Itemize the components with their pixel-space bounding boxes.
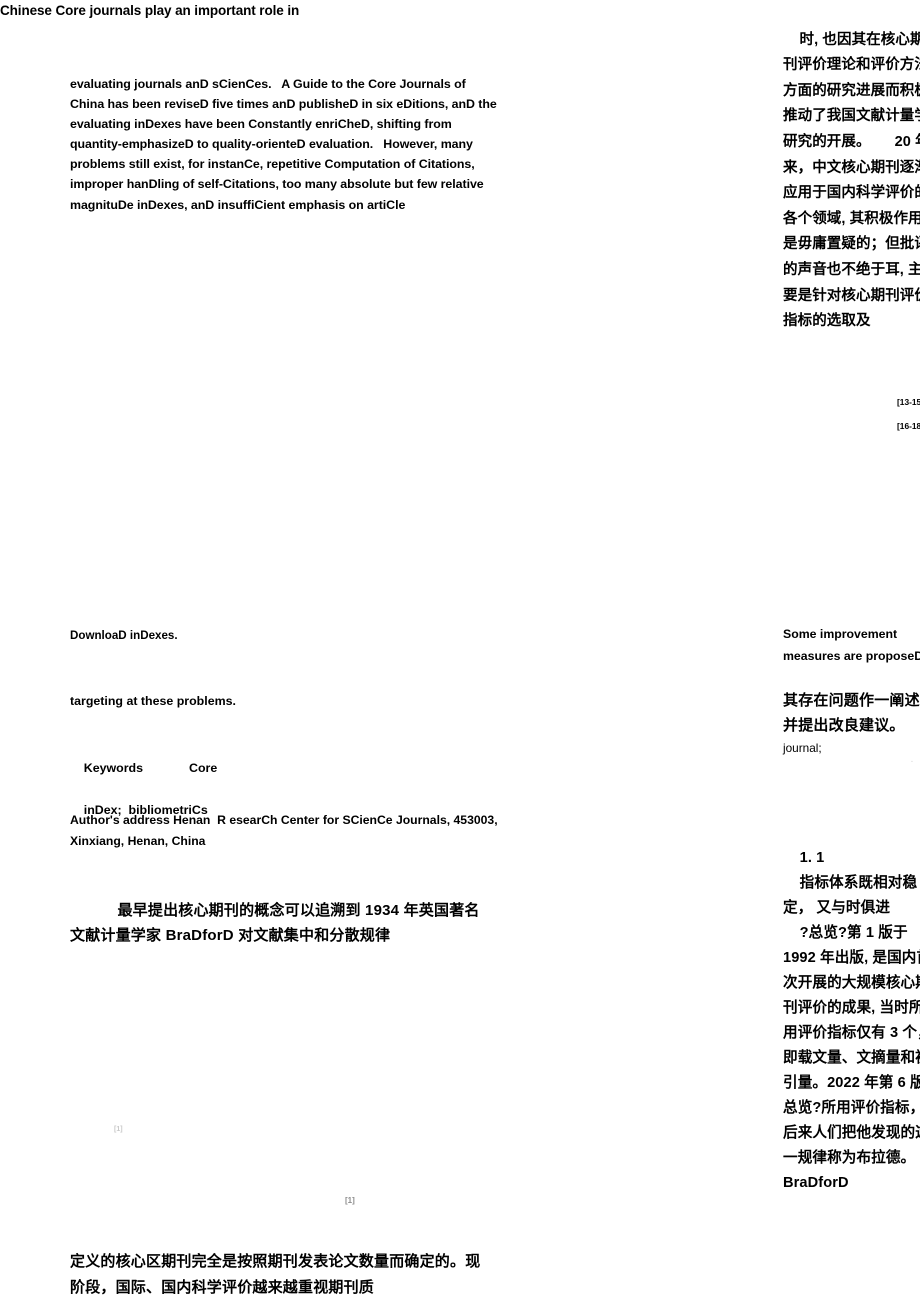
keywords-label: Keywords xyxy=(83,761,143,775)
citation-reference-13-15: [13-15] xyxy=(897,397,920,407)
right-column-top-block: 时, 也因其在核心期刊评价理论和评价方法方面的研究进展而积极推动了我国文献计量学… xyxy=(783,2,920,360)
abstract-body-paragraph: evaluating journals anD sCienCes. A Guid… xyxy=(70,77,501,212)
download-indexes-line: DownloaD inDexes. xyxy=(70,629,178,642)
faint-citation-mark-left-lower: [1] xyxy=(345,1196,355,1205)
faint-citation-mark-left-upper: [1] xyxy=(114,1126,123,1133)
targeting-problems-line: targeting at these problems. xyxy=(70,694,236,708)
section-title: 指标体系既相对稳定， 又与时俱进 xyxy=(783,875,918,916)
document-page: Chinese Core journals play an important … xyxy=(0,0,920,1302)
journal-keyword-label: journal; xyxy=(783,741,822,755)
author-address-line: Author's address Henan R esearCh Center … xyxy=(70,813,501,848)
right-column-top-text: 时, 也因其在核心期刊评价理论和评价方法方面的研究进展而积极推动了我国文献计量学… xyxy=(783,31,920,150)
some-improvement-measures-line: Some improvement measures are proposeD xyxy=(783,627,920,663)
section-1-1-block: 1. 1 指标体系既相对稳定， 又与时俱进 ?总览?第 1 版于 1992 年出… xyxy=(783,821,920,1221)
faint-edge-mark-right: . xyxy=(911,757,913,764)
abstract-title-line: Chinese Core journals play an important … xyxy=(0,3,300,18)
keywords-value-primary: Core xyxy=(189,761,218,775)
right-column-cn-middle-paragraph: 其存在问题作一阐述，并提出改良建议。 xyxy=(783,692,920,734)
section-number: 1. 1 xyxy=(799,850,825,866)
right-column-top-text-continued: 的各个领域, 其积极作用是毋庸置疑的；但批评的声音也不绝于耳, 主要是针对核心期… xyxy=(783,185,920,330)
body-paragraph-cn-first-text: 最早提出核心期刊的概念可以追溯到 1934 年英国著名文献计量学家 BraDfo… xyxy=(70,902,480,944)
body-paragraph-cn-first: 最早提出核心期刊的概念可以追溯到 1934 年英国著名文献计量学家 BraDfo… xyxy=(70,873,490,973)
citation-reference-16-18: [16-18] xyxy=(897,421,920,431)
body-paragraph-cn-second: 定义的核心区期刊完全是按照期刊发表论文数量而确定的。现阶段，国际、国内科学评价越… xyxy=(70,1253,481,1296)
section-body-text: ?总览?第 1 版于 1992 年出版, 是国内首次开展的大规模核心期刊评价的成… xyxy=(783,925,920,1191)
